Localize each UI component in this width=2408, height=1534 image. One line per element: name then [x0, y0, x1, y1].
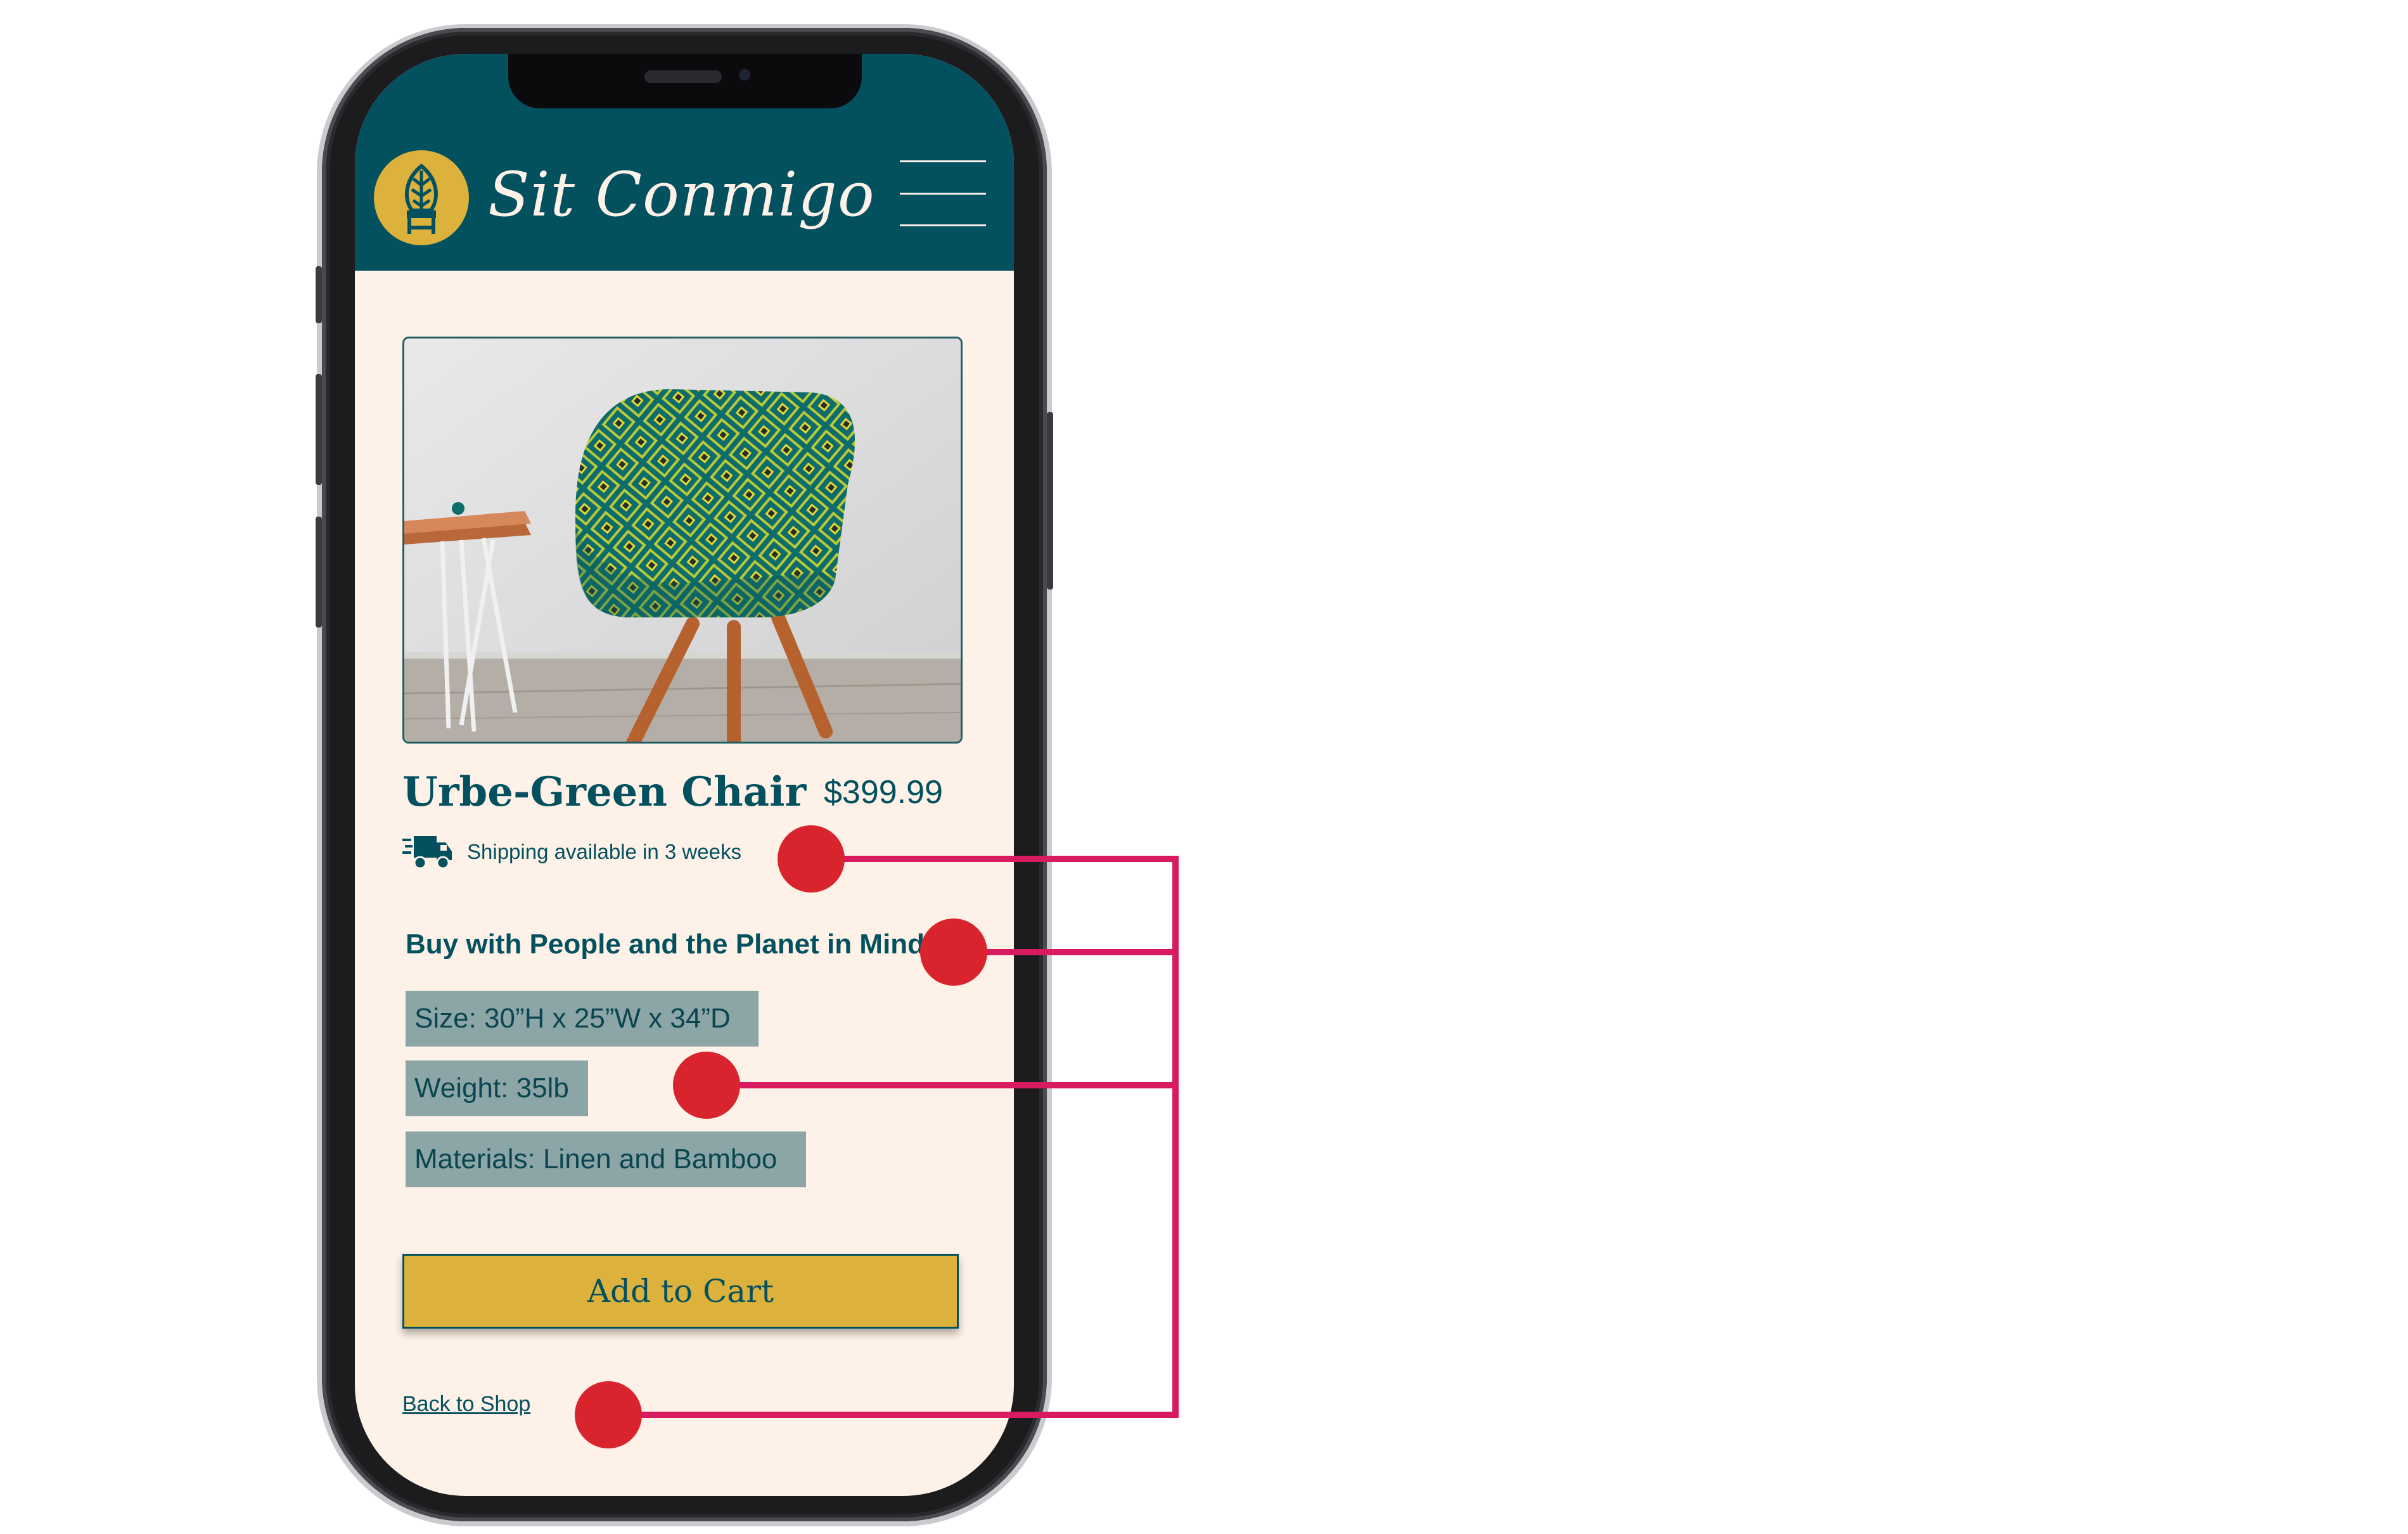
annotation-marker — [778, 825, 845, 893]
front-camera — [739, 69, 750, 81]
annotation-marker — [920, 918, 987, 986]
annotation-bracket — [608, 856, 1179, 1418]
annotation-marker — [575, 1381, 642, 1448]
speaker-grille — [644, 70, 722, 83]
notch — [508, 54, 862, 108]
annotation-marker — [673, 1052, 740, 1119]
annotation-overlay — [575, 825, 1179, 1448]
